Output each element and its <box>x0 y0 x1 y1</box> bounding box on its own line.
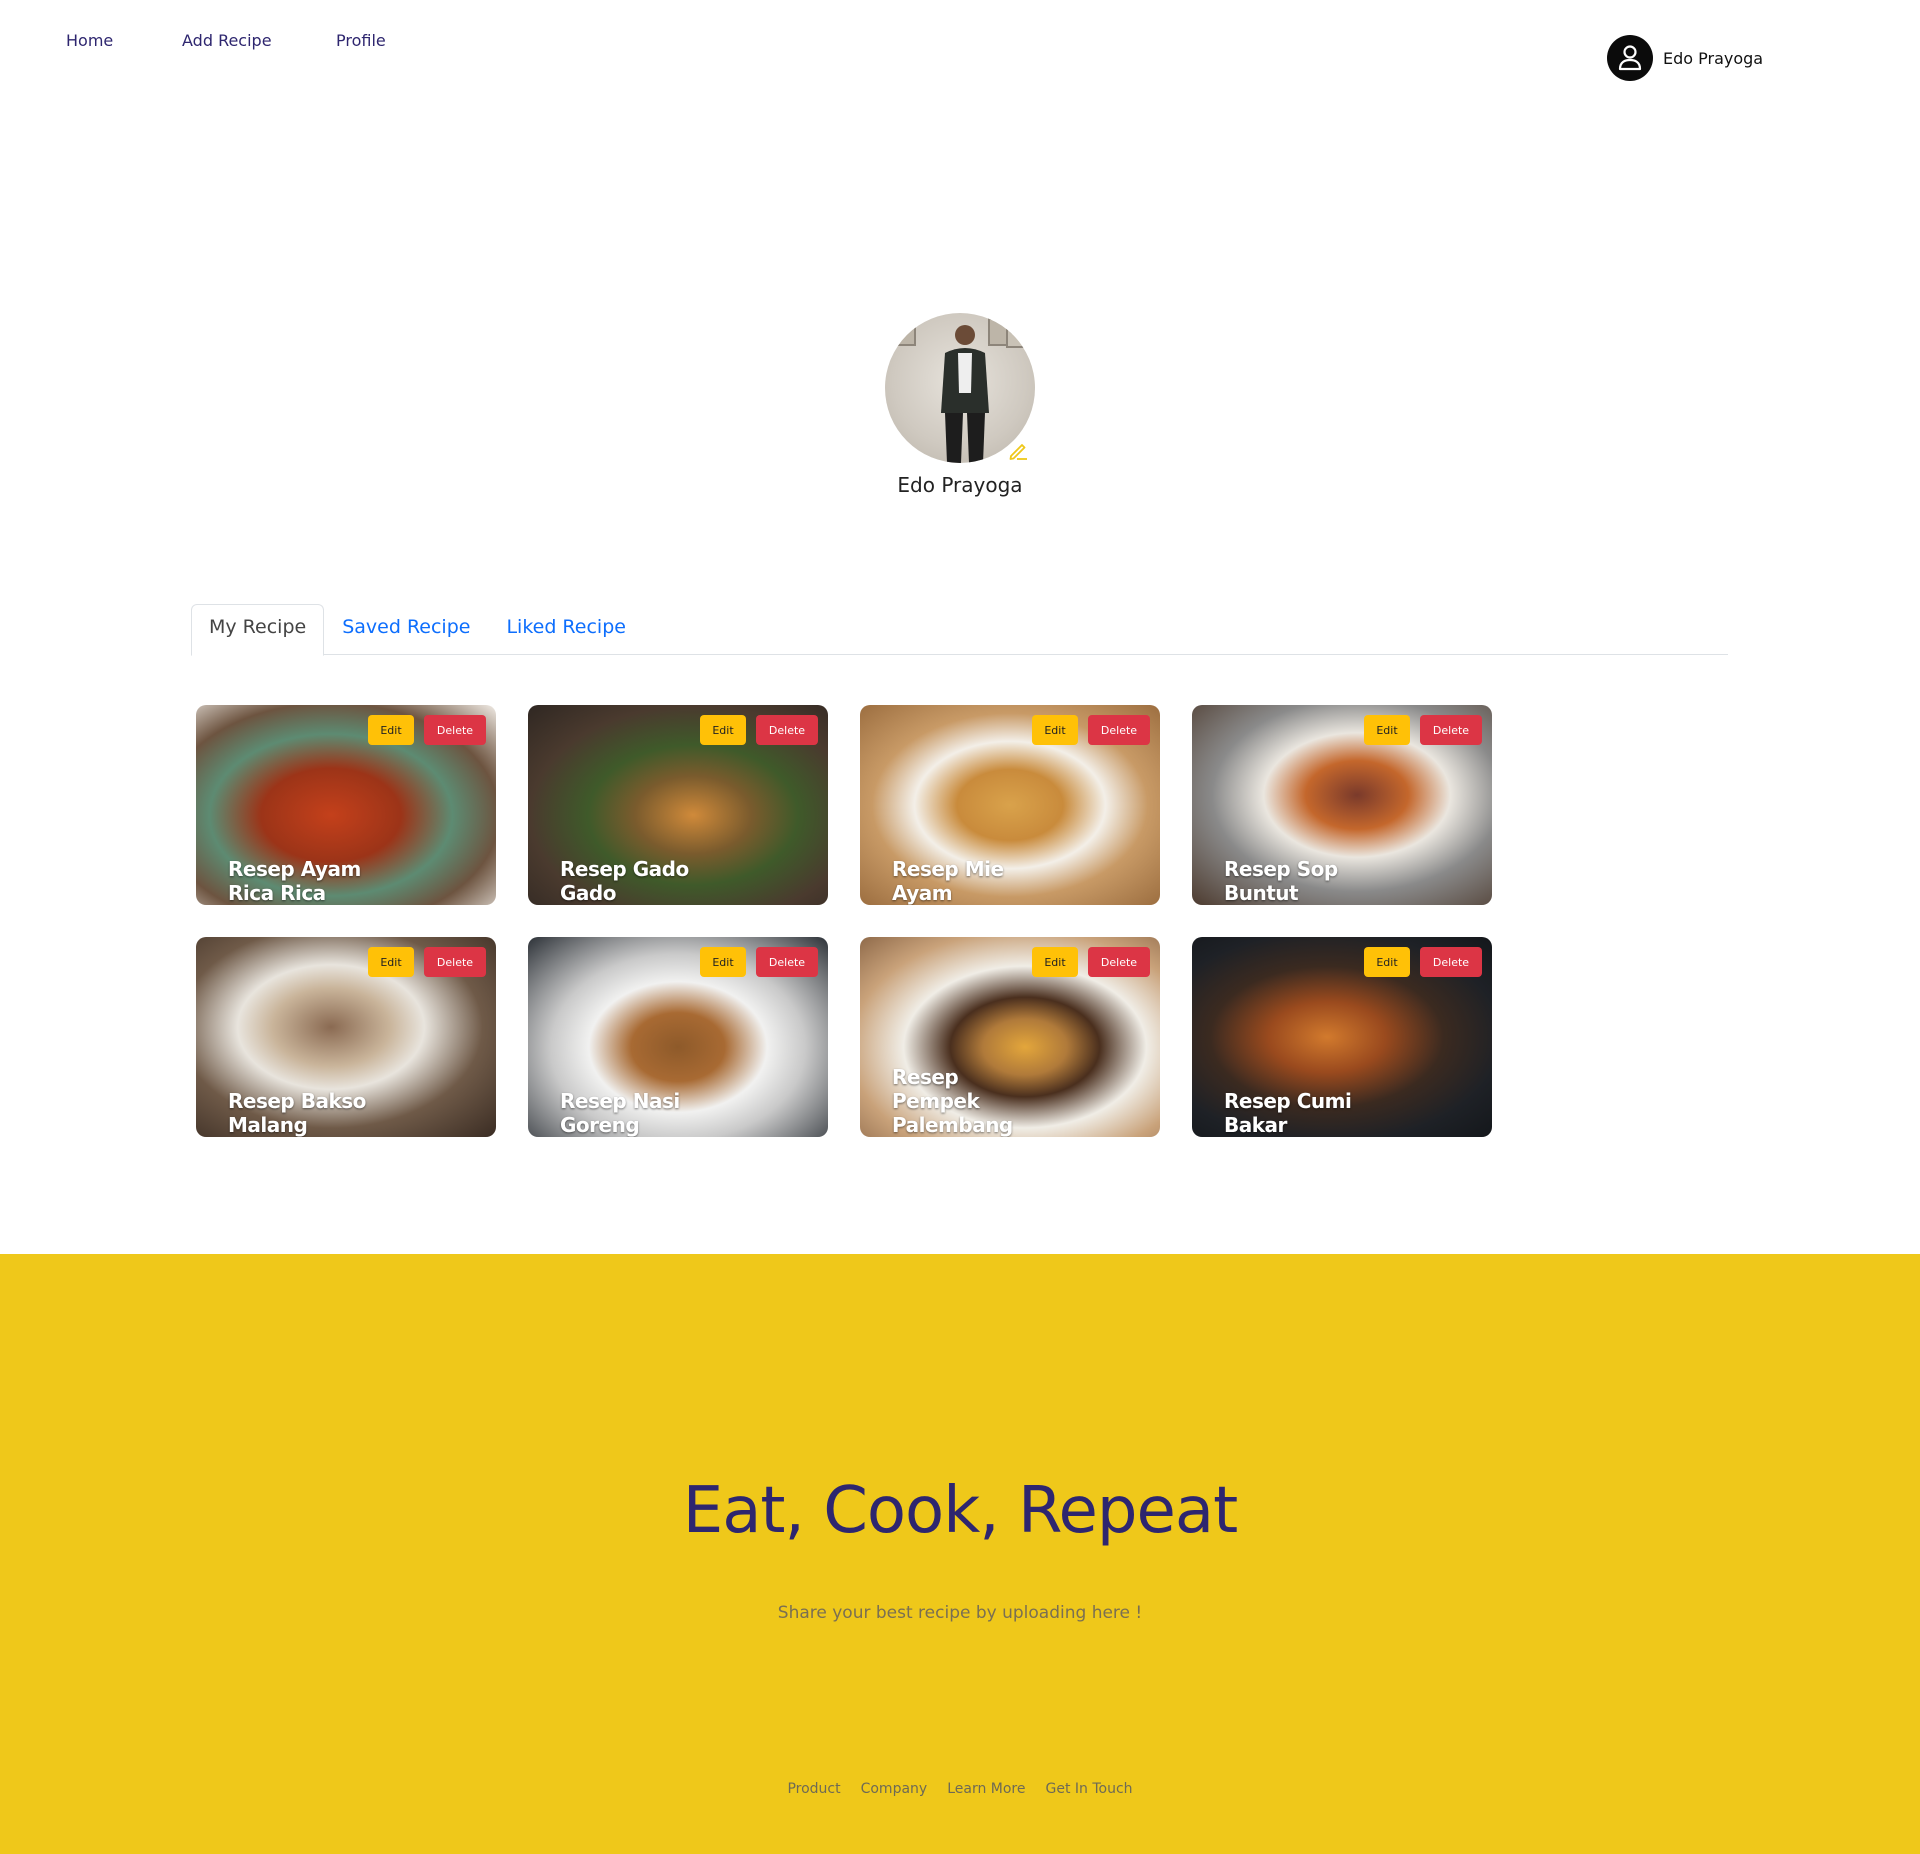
tab-my-recipe[interactable]: My Recipe <box>191 604 325 656</box>
user-name: Edo Prayoga <box>1663 48 1764 68</box>
recipe-title: Resep Cumi Bakar <box>1224 1089 1352 1137</box>
recipe-card[interactable]: Edit Delete Resep Bakso Malang <box>196 937 496 1137</box>
recipe-tabs: My Recipe Saved Recipe Liked Recipe <box>191 604 1728 656</box>
nav-home-link[interactable]: Home <box>66 31 113 50</box>
footer-link-company[interactable]: Company <box>861 1781 928 1797</box>
edit-button[interactable]: Edit <box>1032 715 1078 745</box>
footer: Eat, Cook, Repeat Share your best recipe… <box>0 1254 1920 1854</box>
edit-button[interactable]: Edit <box>700 715 746 745</box>
user-menu[interactable]: Edo Prayoga <box>1607 35 1763 81</box>
recipe-title: Resep Sop Buntut <box>1224 857 1338 905</box>
edit-button[interactable]: Edit <box>1032 947 1078 977</box>
edit-button[interactable]: Edit <box>700 947 746 977</box>
nav-add-recipe-link[interactable]: Add Recipe <box>182 31 272 50</box>
navbar: Home Add Recipe Profile Edo Prayoga <box>0 0 1920 110</box>
recipe-card[interactable]: Edit Delete Resep Gado Gado <box>528 705 828 905</box>
footer-heading: Eat, Cook, Repeat <box>682 1474 1238 1548</box>
footer-subtitle: Share your best recipe by uploading here… <box>777 1603 1143 1623</box>
recipe-card[interactable]: Edit Delete Resep Ayam Rica Rica <box>196 705 496 905</box>
recipe-card[interactable]: Edit Delete Resep Pempek Palembang <box>860 937 1160 1137</box>
user-icon <box>1607 35 1653 81</box>
footer-link-product[interactable]: Product <box>787 1781 840 1797</box>
recipe-card[interactable]: Edit Delete Resep Cumi Bakar <box>1192 937 1492 1137</box>
delete-button[interactable]: Delete <box>1420 947 1482 977</box>
footer-link-get-in-touch[interactable]: Get In Touch <box>1046 1781 1133 1797</box>
profile-section: Edo Prayoga <box>0 313 1920 497</box>
delete-button[interactable]: Delete <box>424 715 486 745</box>
recipe-card[interactable]: Edit Delete Resep Mie Ayam <box>860 705 1160 905</box>
edit-button[interactable]: Edit <box>1364 947 1410 977</box>
delete-button[interactable]: Delete <box>756 715 818 745</box>
recipe-title: Resep Ayam Rica Rica <box>228 857 361 905</box>
delete-button[interactable]: Delete <box>756 947 818 977</box>
recipe-title: Resep Pempek Palembang <box>892 1065 1013 1137</box>
delete-button[interactable]: Delete <box>1088 947 1150 977</box>
edit-button[interactable]: Edit <box>368 715 414 745</box>
profile-photo-button[interactable] <box>885 313 1035 463</box>
edit-button[interactable]: Edit <box>1364 715 1410 745</box>
recipe-title: Resep Mie Ayam <box>892 857 1004 905</box>
recipe-card[interactable]: Edit Delete Resep Nasi Goreng <box>528 937 828 1137</box>
recipe-title: Resep Nasi Goreng <box>560 1089 680 1137</box>
edit-pencil-icon[interactable] <box>1007 439 1029 461</box>
recipe-title: Resep Bakso Malang <box>228 1089 366 1137</box>
edit-button[interactable]: Edit <box>368 947 414 977</box>
tab-saved-recipe[interactable]: Saved Recipe <box>324 604 488 655</box>
recipe-card[interactable]: Edit Delete Resep Sop Buntut <box>1192 705 1492 905</box>
profile-name: Edo Prayoga <box>897 473 1023 497</box>
delete-button[interactable]: Delete <box>1088 715 1150 745</box>
recipe-title: Resep Gado Gado <box>560 857 689 905</box>
footer-link-learn-more[interactable]: Learn More <box>947 1781 1025 1797</box>
tab-liked-recipe[interactable]: Liked Recipe <box>488 604 644 655</box>
nav-profile-link[interactable]: Profile <box>336 31 386 50</box>
footer-links: Product Company Learn More Get In Touch <box>0 1781 1920 1797</box>
delete-button[interactable]: Delete <box>424 947 486 977</box>
delete-button[interactable]: Delete <box>1420 715 1482 745</box>
